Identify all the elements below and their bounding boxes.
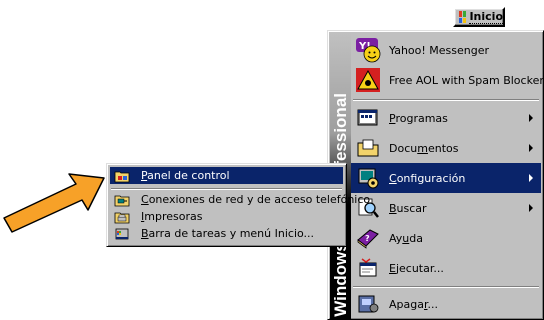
help-icon: ? [355, 225, 381, 251]
submenu-arrow-icon [529, 144, 533, 152]
printers-icon [114, 210, 130, 224]
menu-separator [353, 286, 539, 288]
submenu-item-label: Impresoras [141, 210, 203, 223]
menu-item-apagar[interactable]: Apagar... [351, 289, 541, 319]
pointer-arrow-icon [3, 173, 105, 233]
start-button[interactable]: Inicio [453, 7, 505, 27]
start-menu: Windows 2000 Professional Y! Yahoo! Mess… [327, 30, 544, 320]
menu-item-label: Programas [389, 111, 448, 125]
start-button-label: Inicio [469, 9, 503, 24]
menu-item-ayuda[interactable]: ? Ayuda [351, 223, 541, 253]
menu-item-label: Ejecutar... [389, 261, 444, 275]
submenu-item-impresoras[interactable]: Impresoras [110, 208, 343, 225]
submenu-separator [111, 188, 342, 190]
menu-item-aol[interactable]: Free AOL with Spam Blocker [351, 65, 544, 95]
settings-submenu: Panel de control Conexiones de red y de … [106, 163, 370, 247]
menu-item-buscar[interactable]: Buscar [351, 193, 541, 223]
menu-item-configuracion[interactable]: Configuración [351, 163, 541, 193]
taskbar-icon [114, 227, 130, 241]
menu-item-ejecutar[interactable]: Ejecutar... [351, 253, 541, 283]
submenu-item-barra-de-tareas[interactable]: Barra de tareas y menú Inicio... [110, 225, 343, 242]
svg-text:?: ? [365, 234, 370, 243]
run-icon [355, 255, 381, 281]
submenu-item-label: Conexiones de red y de acceso telefónico [141, 193, 371, 206]
menu-item-label: Configuración [389, 171, 466, 185]
menu-item-programas[interactable]: Programas [351, 103, 541, 133]
menu-separator [353, 99, 539, 101]
submenu-item-label: Barra de tareas y menú Inicio... [141, 227, 315, 240]
menu-item-label: Yahoo! Messenger [389, 43, 490, 57]
menu-item-yahoo-messenger[interactable]: Y! Yahoo! Messenger [351, 35, 541, 65]
submenu-arrow-icon [529, 204, 533, 212]
network-connections-icon [114, 193, 130, 207]
submenu-arrow-icon [529, 114, 533, 122]
aol-icon [355, 67, 381, 93]
menu-item-label: Buscar [389, 201, 427, 215]
programs-icon [355, 105, 381, 131]
control-panel-icon [114, 169, 130, 183]
menu-item-label: Ayuda [389, 231, 424, 245]
menu-item-label: Free AOL with Spam Blocker [389, 73, 544, 87]
shutdown-icon [355, 291, 381, 317]
menu-item-label: Apagar... [389, 297, 438, 311]
menu-item-documentos[interactable]: Documentos [351, 133, 541, 163]
settings-icon [355, 165, 381, 191]
submenu-item-label: Panel de control [141, 169, 230, 182]
windows-flag-icon [459, 11, 467, 23]
submenu-item-panel-de-control[interactable]: Panel de control [110, 167, 343, 184]
documents-icon [355, 135, 381, 161]
submenu-arrow-icon [529, 174, 533, 182]
submenu-item-conexiones[interactable]: Conexiones de red y de acceso telefónico [110, 191, 370, 208]
menu-item-label: Documentos [389, 141, 459, 155]
yahoo-messenger-icon: Y! [355, 37, 381, 63]
